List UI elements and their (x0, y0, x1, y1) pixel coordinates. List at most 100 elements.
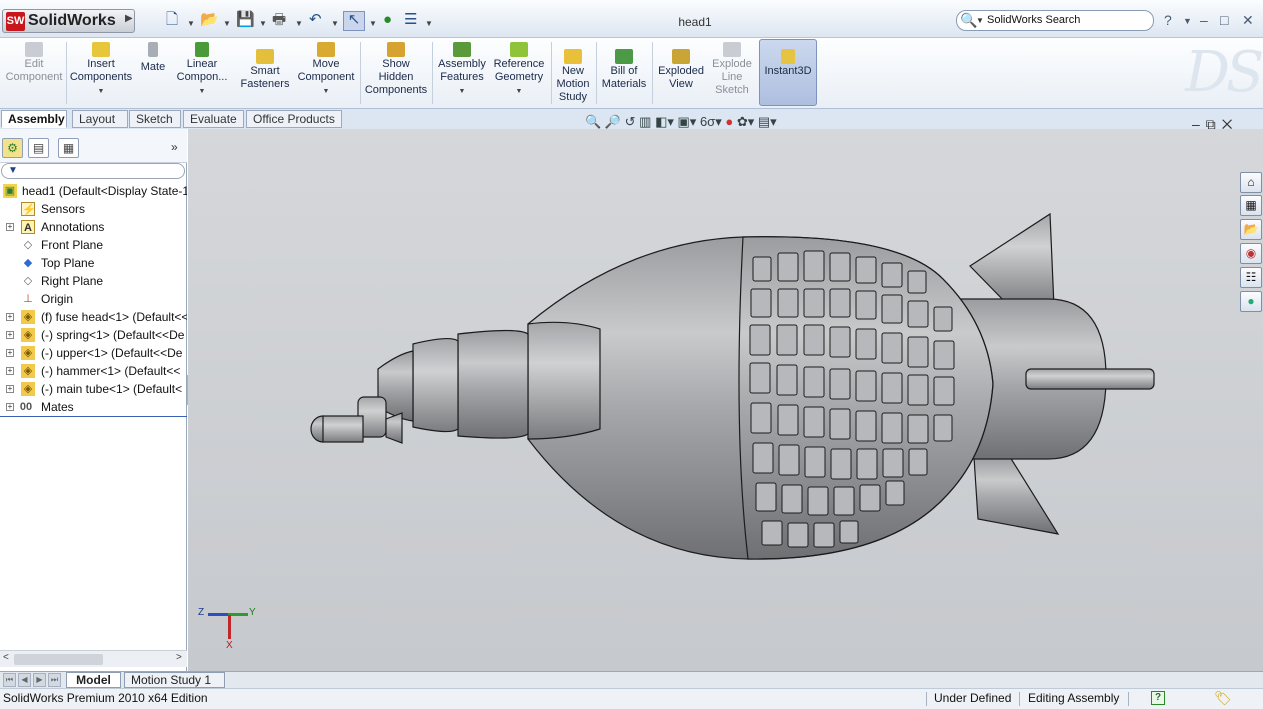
chevron-down-icon[interactable]: ▼ (295, 16, 303, 32)
tab-sketch[interactable]: Sketch (129, 110, 181, 128)
expand-icon[interactable]: + (6, 349, 14, 357)
tree-item-annotations[interactable]: + A Annotations (0, 218, 187, 236)
bill-of-materials-button[interactable]: Bill of Materials (600, 42, 648, 91)
edit-component-button[interactable]: Edit Component (3, 42, 65, 84)
horizontal-scrollbar[interactable]: < > (0, 650, 187, 667)
minimize-button[interactable]: – (1200, 12, 1208, 28)
chevron-down-icon[interactable]: ▼ (369, 16, 377, 32)
tree-item-main-tube[interactable]: + ◈ (-) main tube<1> (Default< (0, 380, 187, 398)
search-results-icon[interactable]: ◉ (1240, 243, 1262, 264)
last-tab-icon[interactable]: ⏭ (48, 673, 61, 687)
view-settings-icon[interactable]: ▤▾ (758, 114, 777, 129)
graphics-area[interactable]: Z Y X (188, 129, 1263, 671)
previous-tab-icon[interactable]: ◀ (18, 673, 31, 687)
tree-item-fuse-head[interactable]: + ◈ (f) fuse head<1> (Default<< (0, 308, 187, 326)
save-icon[interactable]: 💾 (236, 12, 255, 28)
scroll-left-icon[interactable]: < (3, 652, 9, 663)
explode-line-sketch-button[interactable]: Explode Line Sketch (709, 42, 755, 97)
rebuild-icon[interactable]: ● (383, 12, 392, 28)
chevron-down-icon[interactable]: ▼ (223, 16, 231, 32)
tree-item-hammer[interactable]: + ◈ (-) hammer<1> (Default<< (0, 362, 187, 380)
new-document-icon[interactable]: 🗋 (166, 12, 178, 28)
insert-components-button[interactable]: Insert Components ▼ (69, 42, 133, 98)
tab-model[interactable]: Model (66, 672, 121, 688)
tab-motion-study-1[interactable]: Motion Study 1 (124, 672, 225, 688)
smart-fasteners-button[interactable]: Smart Fasteners (237, 42, 293, 91)
tree-item-right-plane[interactable]: ◇ Right Plane (0, 272, 187, 290)
view-palette-icon[interactable]: ☷ (1240, 267, 1262, 288)
file-explorer-icon[interactable]: 📂 (1240, 219, 1262, 240)
property-manager-tab-icon[interactable]: ▤ (28, 138, 49, 158)
section-view-icon[interactable]: ▥ (639, 114, 651, 129)
linear-component-button[interactable]: Linear Compon... ▼ (173, 42, 231, 98)
tab-evaluate[interactable]: Evaluate (183, 110, 244, 128)
tab-assembly[interactable]: Assembly (1, 110, 67, 128)
rollback-bar[interactable] (0, 416, 187, 417)
chevron-down-icon[interactable]: ▼ (259, 16, 267, 32)
help-status-icon[interactable]: ? (1151, 691, 1165, 705)
open-folder-icon[interactable]: 📂 (200, 12, 219, 28)
restore-button[interactable]: □ (1220, 12, 1228, 28)
expand-icon[interactable]: + (6, 403, 14, 411)
tree-item-top-plane[interactable]: ◆ Top Plane (0, 254, 187, 272)
tree-item-spring[interactable]: + ◈ (-) spring<1> (Default<<De (0, 326, 187, 344)
view-orientation-icon[interactable]: ◧▾ (655, 114, 674, 129)
tree-item-mates[interactable]: + 00 Mates (0, 398, 187, 416)
tree-item-origin[interactable]: ⊥ Origin (0, 290, 187, 308)
tree-item-sensors[interactable]: ⚡ Sensors (0, 200, 187, 218)
expand-icon[interactable]: + (6, 331, 14, 339)
expand-icon[interactable]: + (6, 385, 14, 393)
configuration-manager-tab-icon[interactable]: ▦ (58, 138, 79, 158)
help-button[interactable]: ? (1164, 12, 1172, 28)
tree-item-front-plane[interactable]: ◇ Front Plane (0, 236, 187, 254)
chevron-down-icon[interactable]: ▼ (436, 85, 488, 98)
appearances-icon[interactable]: ● (1240, 291, 1262, 312)
solidworks-menu-button[interactable]: SW SolidWorks ▶ (2, 9, 135, 33)
close-button[interactable]: ✕ (1242, 12, 1254, 29)
next-tab-icon[interactable]: ▶ (33, 673, 46, 687)
print-icon[interactable]: 🖶 (272, 12, 286, 28)
chevron-down-icon[interactable]: ▼ (331, 16, 339, 32)
tree-item-root[interactable]: ▣ head1 (Default<Display State-1 (0, 182, 187, 200)
home-icon[interactable]: ⌂ (1240, 172, 1262, 193)
tab-office-products[interactable]: Office Products (246, 110, 342, 128)
rebuild-tag-icon[interactable]: 🏷 (1214, 689, 1232, 708)
hide-show-items-icon[interactable]: 6σ▾ (700, 114, 722, 129)
scrollbar-thumb[interactable] (14, 654, 103, 665)
tab-layout[interactable]: Layout (72, 110, 128, 128)
mate-button[interactable]: Mate (137, 42, 169, 74)
chevron-down-icon[interactable]: ▼ (976, 16, 984, 25)
expand-icon[interactable]: + (6, 367, 14, 375)
chevron-down-icon[interactable]: ▼ (173, 85, 231, 98)
chevron-down-icon[interactable]: ▼ (187, 16, 195, 32)
assembly-features-button[interactable]: Assembly Features ▼ (436, 42, 488, 98)
chevron-down-icon[interactable]: ▼ (296, 85, 356, 98)
previous-view-icon[interactable]: ↺ (625, 114, 636, 129)
model-fuse-assembly[interactable] (188, 129, 1263, 671)
search-icon[interactable]: 🔍 (960, 12, 977, 29)
options-icon[interactable]: ☰ (404, 12, 417, 28)
zoom-to-fit-icon[interactable]: 🔍 (585, 114, 601, 129)
undo-icon[interactable]: ↶ (309, 12, 322, 28)
chevron-down-icon[interactable]: ▼ (425, 16, 433, 32)
select-arrow-icon[interactable]: ↖ (343, 11, 365, 31)
more-tabs-icon[interactable]: » (171, 140, 178, 154)
chevron-down-icon[interactable]: ▼ (69, 85, 133, 98)
design-library-icon[interactable]: ▦ (1240, 195, 1262, 216)
search-input[interactable]: 🔍 ▼ SolidWorks Search (956, 10, 1154, 31)
chevron-down-icon[interactable]: ▼ (491, 85, 547, 98)
expand-icon[interactable]: + (6, 223, 14, 231)
close-viewport-icon[interactable]: ✕ (1222, 116, 1239, 132)
minimize-viewport-icon[interactable]: – (1192, 116, 1206, 132)
filter-input[interactable]: ▼ (1, 163, 185, 179)
first-tab-icon[interactable]: ⏮ (3, 673, 16, 687)
instant3d-button[interactable]: Instant3D (759, 49, 817, 78)
scroll-right-icon[interactable]: > (176, 652, 182, 663)
apply-scene-icon[interactable]: ✿▾ (737, 114, 754, 129)
restore-viewport-icon[interactable]: ⧉ (1206, 116, 1222, 132)
new-motion-study-button[interactable]: New Motion Study (554, 42, 592, 104)
tree-item-upper[interactable]: + ◈ (-) upper<1> (Default<<De (0, 344, 187, 362)
exploded-view-button[interactable]: Exploded View (655, 42, 707, 91)
reference-geometry-button[interactable]: Reference Geometry ▼ (491, 42, 547, 98)
expand-icon[interactable]: + (6, 313, 14, 321)
